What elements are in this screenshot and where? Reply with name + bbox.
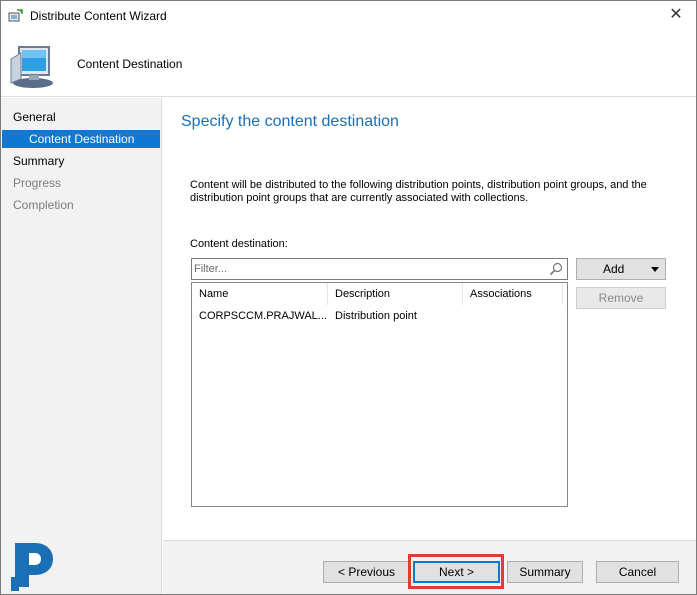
- column-header-description[interactable]: Description: [328, 283, 463, 305]
- wizard-nav: General Content Destination Summary Prog…: [1, 98, 162, 594]
- close-button[interactable]: ✕: [664, 4, 688, 26]
- add-button[interactable]: Add: [576, 258, 666, 280]
- page-description: Content will be distributed to the follo…: [190, 179, 647, 204]
- row-description-cell: Distribution point: [335, 310, 417, 322]
- column-header-name[interactable]: Name: [192, 283, 328, 305]
- content-panel: Specify the content destination Content …: [163, 98, 696, 540]
- close-icon: ✕: [669, 6, 683, 23]
- header-title: Content Destination: [77, 57, 183, 71]
- next-button[interactable]: Next >: [413, 561, 500, 583]
- remove-button: Remove: [576, 287, 666, 309]
- row-name-cell: CORPSCCM.PRAJWAL....: [199, 310, 328, 322]
- page-heading: Specify the content destination: [181, 113, 399, 130]
- content-destination-label: Content destination:: [190, 238, 288, 250]
- row-associations-cell: [463, 307, 563, 325]
- wizard-window: Distribute Content Wizard ✕ Content Dest…: [0, 0, 697, 595]
- wizard-footer: < Previous Next > Summary Cancel: [163, 540, 696, 594]
- add-button-label: Add: [603, 262, 625, 276]
- title-bar: Distribute Content Wizard ✕: [1, 1, 696, 31]
- computer-monitor-icon: [10, 46, 53, 88]
- wizard-header: Content Destination: [1, 31, 696, 97]
- table-row[interactable]: CORPSCCM.PRAJWAL.... Distribution point: [192, 307, 567, 325]
- column-header-associations[interactable]: Associations: [463, 283, 563, 305]
- nav-item-content-destination[interactable]: Content Destination: [2, 130, 160, 148]
- previous-button[interactable]: < Previous: [323, 561, 410, 583]
- chevron-down-icon: [651, 267, 659, 272]
- nav-item-summary[interactable]: Summary: [13, 152, 64, 170]
- nav-item-completion: Completion: [13, 198, 74, 212]
- brand-logo: [11, 543, 53, 591]
- nav-item-general[interactable]: General: [13, 108, 56, 126]
- list-header: Name Description Associations: [192, 283, 567, 305]
- window-title: Distribute Content Wizard: [30, 9, 167, 23]
- filter-box[interactable]: [191, 258, 568, 280]
- destination-list[interactable]: Name Description Associations CORPSCCM.P…: [191, 282, 568, 507]
- summary-button[interactable]: Summary: [507, 561, 583, 583]
- cancel-button[interactable]: Cancel: [596, 561, 679, 583]
- filter-input[interactable]: [194, 261, 544, 277]
- search-icon[interactable]: [549, 262, 563, 276]
- wizard-app-icon: [8, 9, 23, 22]
- nav-item-progress: Progress: [13, 176, 62, 190]
